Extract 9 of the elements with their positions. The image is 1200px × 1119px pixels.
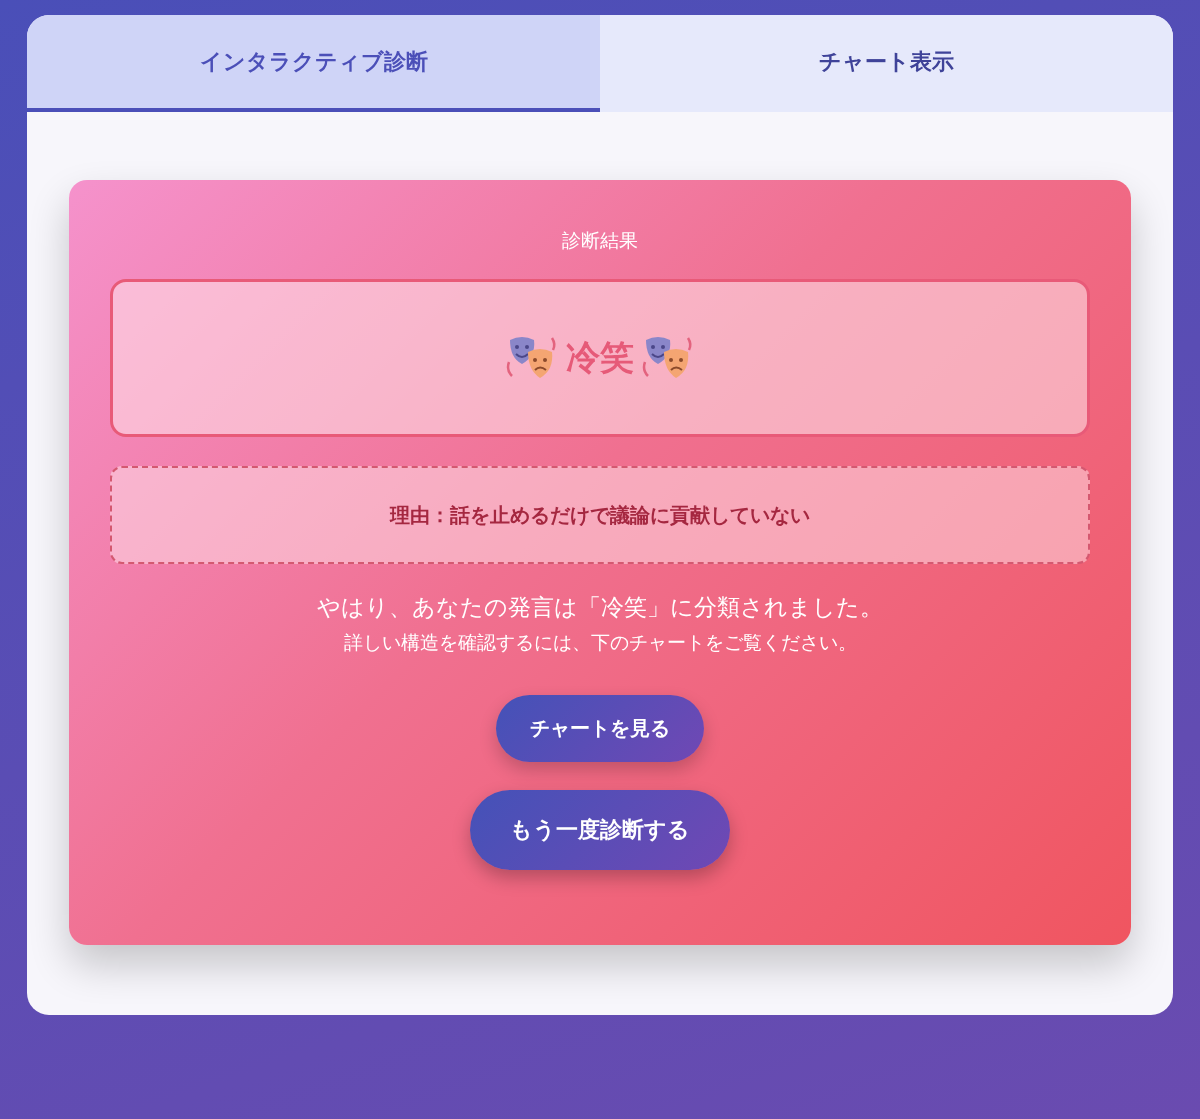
tab[interactable]: インタラクティブ診断 bbox=[27, 15, 600, 112]
result-heading: 診断結果 bbox=[562, 228, 638, 253]
reason-text: 理由：話を止めるだけで議論に貢献していない bbox=[390, 501, 810, 529]
verdict-text: 冷笑 bbox=[566, 336, 634, 379]
tab[interactable]: チャート表示 bbox=[600, 15, 1173, 112]
view-chart-button[interactable]: チャートを見る bbox=[496, 694, 704, 762]
chart-hint: 詳しい構造を確認するには、下のチャートをご覧ください。 bbox=[343, 630, 857, 655]
result-message: やはり、あなたの発言は「冷笑」に分類されました。 bbox=[317, 592, 883, 622]
retry-button[interactable]: もう一度診断する bbox=[470, 789, 730, 870]
